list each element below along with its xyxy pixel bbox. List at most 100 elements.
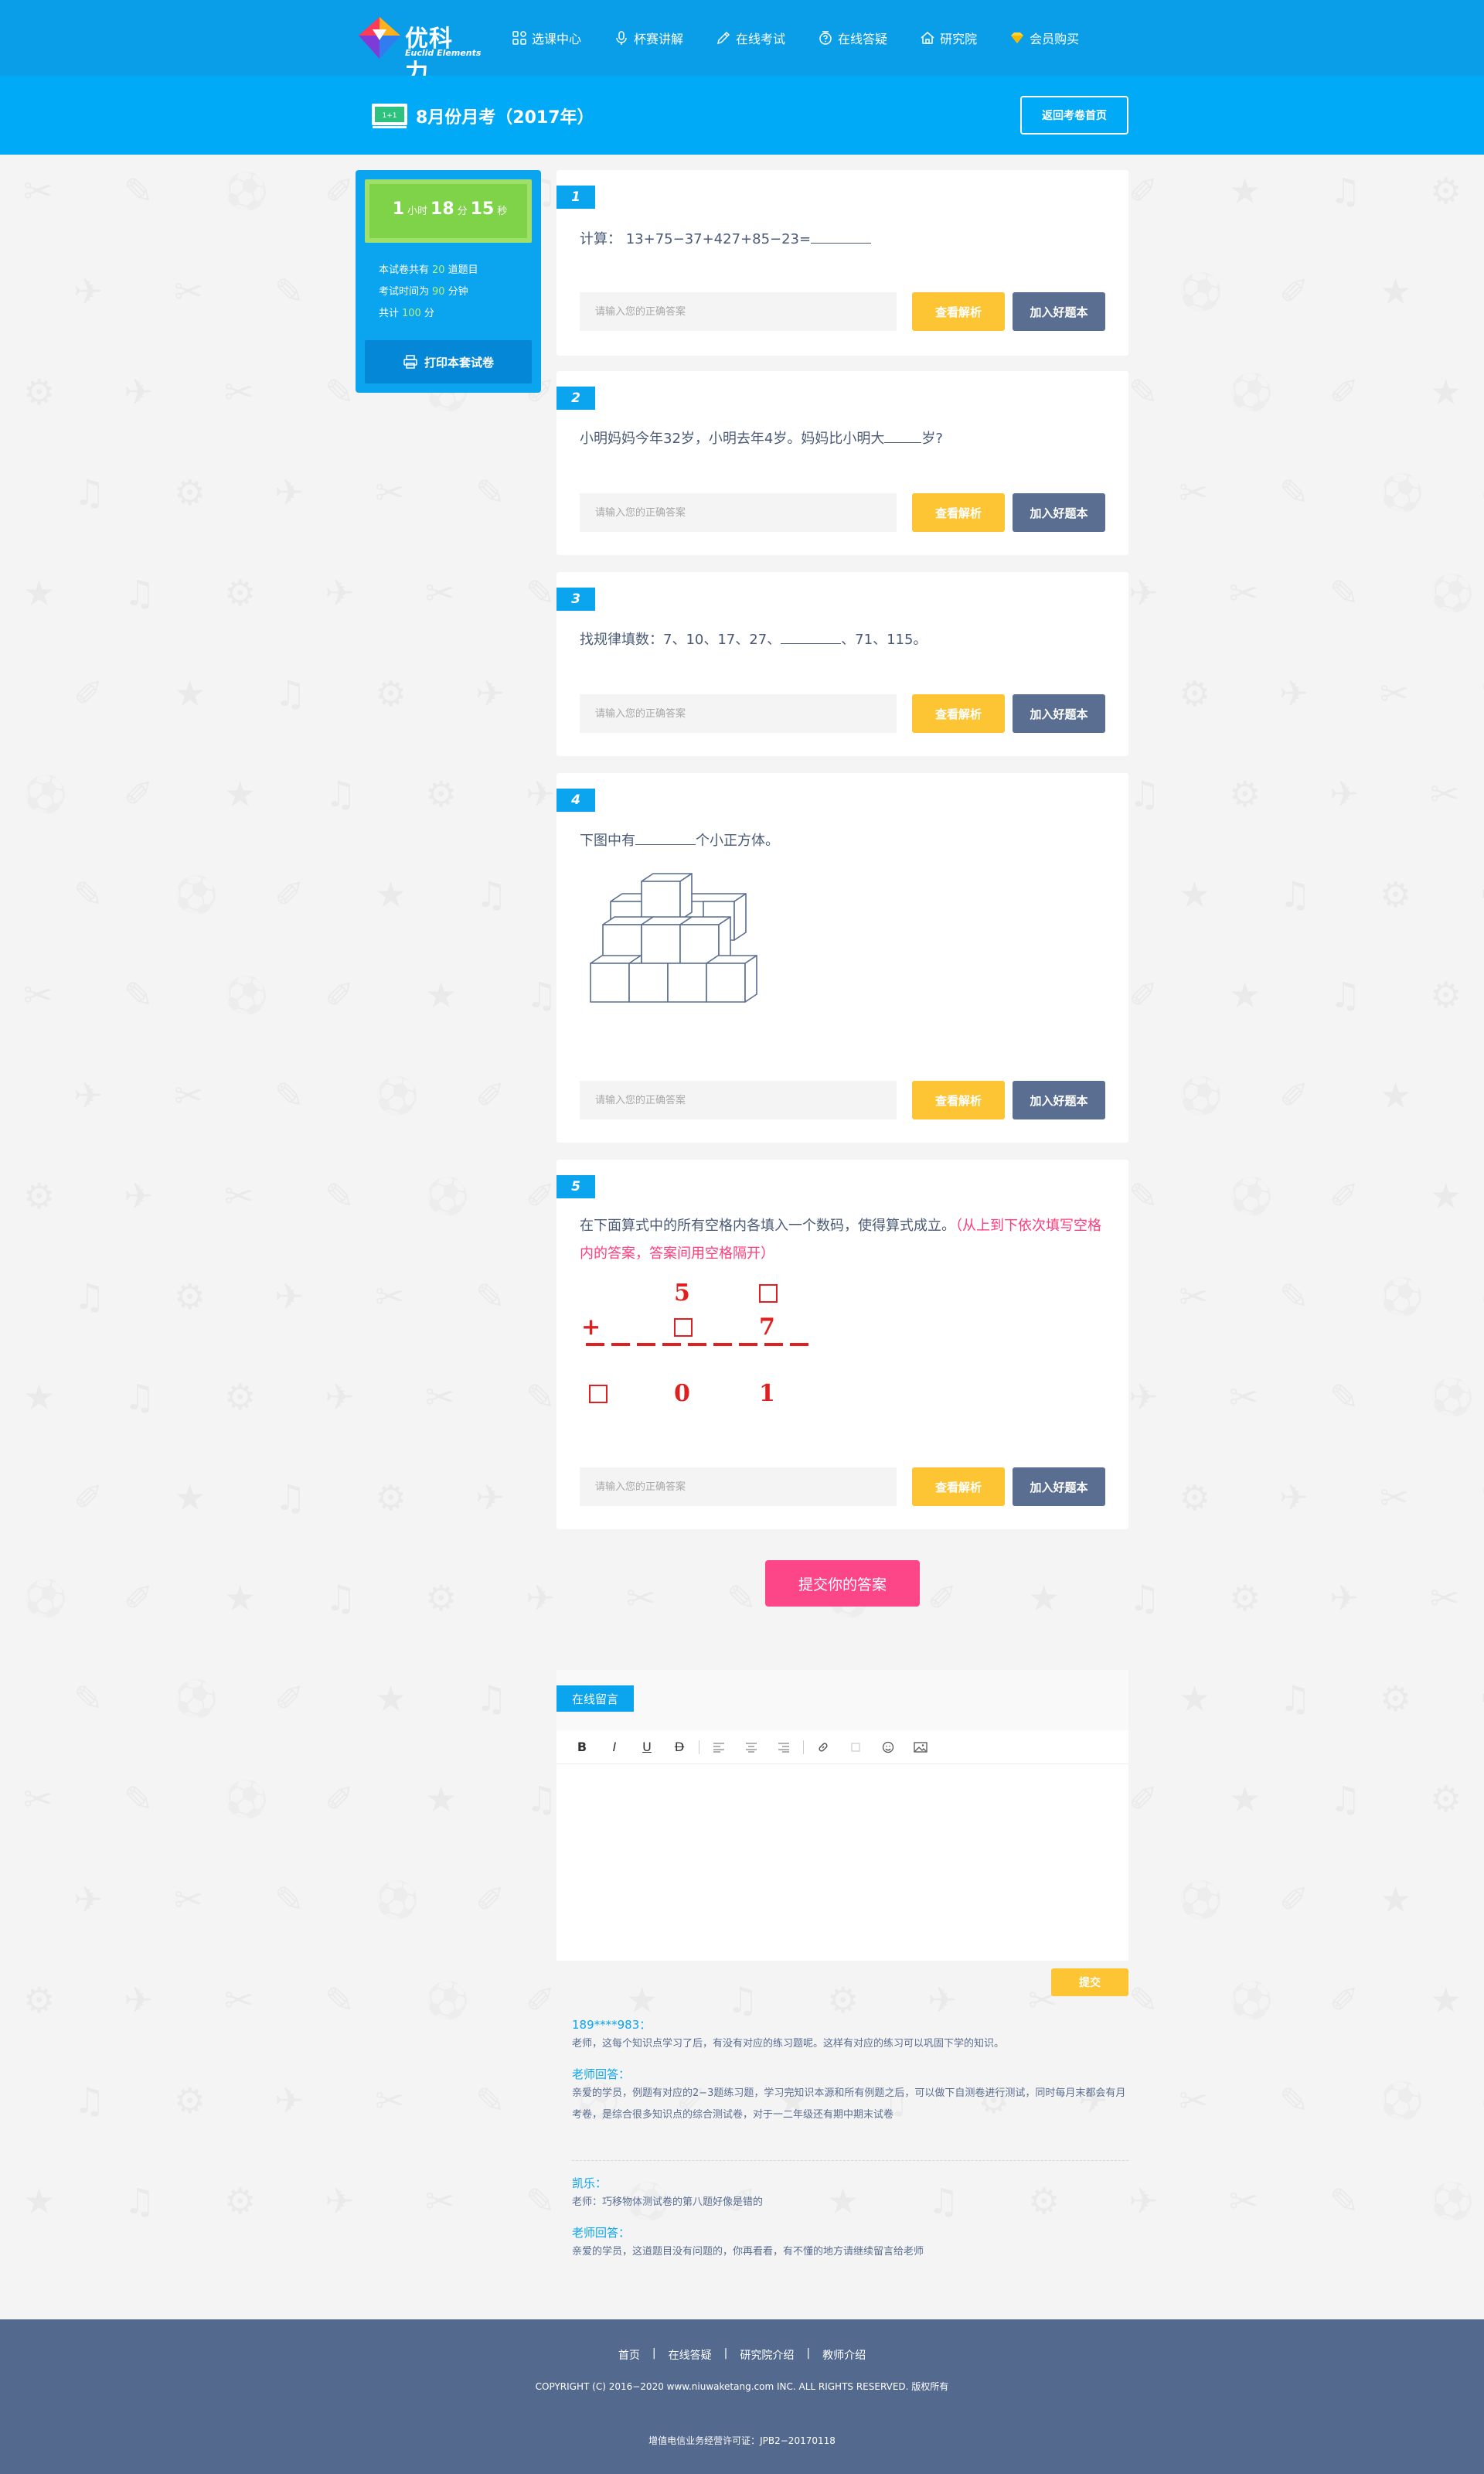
- nav-item-course-center[interactable]: 选课中心: [512, 0, 581, 76]
- plus-sign: +: [581, 1314, 601, 1341]
- italic-button[interactable]: I: [598, 1736, 631, 1759]
- question-text: 下图中有 个小正方体。: [580, 827, 779, 855]
- pattern-glyph: ⚽: [1179, 1879, 1223, 1921]
- pattern-glyph: ✐: [475, 1075, 505, 1116]
- pattern-glyph: ⚽: [224, 170, 268, 213]
- smiley-icon: [882, 1741, 894, 1753]
- answer-input[interactable]: [580, 694, 897, 733]
- align-right-button[interactable]: [768, 1736, 800, 1759]
- message-submit-button[interactable]: 提交: [1051, 1968, 1128, 1996]
- align-left-button[interactable]: [703, 1736, 735, 1759]
- pattern-glyph: ✎: [73, 1678, 104, 1719]
- answer-input[interactable]: [580, 493, 897, 532]
- submit-answers-button[interactable]: 提交你的答案: [765, 1560, 920, 1607]
- nav-label: 选课中心: [532, 32, 582, 46]
- add-to-notebook-button[interactable]: 加入好题本: [1013, 292, 1105, 331]
- sum-line-dash: [586, 1343, 604, 1346]
- emoji-button[interactable]: [872, 1736, 904, 1759]
- digit: 5: [674, 1280, 690, 1307]
- info-value: 100: [402, 308, 421, 319]
- nav-label: 研究院: [940, 32, 978, 46]
- back-to-exams-button[interactable]: 返回考卷首页: [1020, 96, 1128, 135]
- info-suffix: 分钟: [448, 286, 468, 298]
- arithmetic-figure: 5 + 7 0 1: [580, 1280, 827, 1411]
- printer-icon: [403, 355, 417, 369]
- logo[interactable]: 优科力 Euclid Elements: [356, 14, 481, 87]
- footer-links: 首页 | 在线答疑 | 研究院介绍 | 教师介绍: [0, 2347, 1484, 2363]
- pattern-glyph: ✐: [124, 1577, 154, 1619]
- pattern-glyph: ✎: [73, 874, 104, 915]
- pattern-glyph: ✎: [526, 2180, 556, 2222]
- pattern-glyph: ✐: [325, 974, 355, 1016]
- pattern-glyph: ⚙: [224, 2180, 256, 2222]
- answer-input[interactable]: [580, 292, 897, 331]
- pattern-glyph: ♫: [325, 1577, 356, 1619]
- link-icon: [819, 1742, 828, 1752]
- view-analysis-button[interactable]: 查看解析: [912, 1467, 1005, 1506]
- answer-input[interactable]: [580, 1081, 897, 1119]
- image-button[interactable]: [904, 1736, 937, 1759]
- pattern-glyph: ★: [1179, 1678, 1210, 1719]
- teacher-reply-label: 老师回答：: [572, 2067, 631, 2081]
- message-textarea[interactable]: [556, 1764, 1128, 1961]
- add-to-notebook-button[interactable]: 加入好题本: [1013, 1081, 1105, 1119]
- nav-item-cup-lectures[interactable]: 杯赛讲解: [614, 0, 683, 76]
- print-exam-button[interactable]: 打印本套试卷: [365, 340, 532, 383]
- view-analysis-button[interactable]: 查看解析: [912, 292, 1005, 331]
- footer-link-teachers[interactable]: 教师介绍: [822, 2347, 866, 2363]
- bold-button[interactable]: B: [566, 1736, 598, 1759]
- pattern-glyph: ⚽: [1430, 2180, 1474, 2223]
- align-center-button[interactable]: [735, 1736, 768, 1759]
- nav-label: 在线答疑: [838, 32, 888, 46]
- unlink-icon: [851, 1742, 860, 1752]
- add-to-notebook-button[interactable]: 加入好题本: [1013, 1467, 1105, 1506]
- pattern-glyph: ✂: [1380, 673, 1410, 714]
- pattern-glyph: ⚙: [224, 1376, 256, 1418]
- pattern-glyph: ♫: [274, 673, 306, 714]
- pattern-glyph: ✂: [23, 1778, 53, 1820]
- add-to-notebook-button[interactable]: 加入好题本: [1013, 493, 1105, 532]
- info-duration: 考试时间为 90 分钟: [379, 281, 532, 303]
- view-analysis-button[interactable]: 查看解析: [912, 493, 1005, 532]
- pattern-glyph: ♫: [124, 1376, 155, 1418]
- footer-link-institute[interactable]: 研究院介绍: [740, 2347, 794, 2363]
- pattern-glyph: ✂: [626, 1577, 656, 1619]
- unlink-button[interactable]: [839, 1736, 872, 1759]
- pattern-glyph: ✈: [73, 1879, 104, 1920]
- underline-button[interactable]: U: [631, 1736, 663, 1759]
- tab-online-message[interactable]: 在线留言: [556, 1685, 634, 1712]
- pattern-glyph: ★: [375, 1678, 407, 1719]
- pattern-glyph: ★: [1380, 1879, 1411, 1920]
- view-analysis-button[interactable]: 查看解析: [912, 694, 1005, 733]
- strikethrough-button[interactable]: D: [663, 1736, 696, 1759]
- pattern-glyph: ✂: [425, 572, 455, 614]
- nav-item-online-qa[interactable]: 在线答疑: [818, 0, 887, 76]
- pattern-glyph: ⚙: [23, 371, 55, 413]
- pattern-glyph: ⚙: [1179, 1477, 1210, 1518]
- footer-link-home[interactable]: 首页: [618, 2347, 640, 2363]
- view-analysis-button[interactable]: 查看解析: [912, 1081, 1005, 1119]
- grid-icon: [512, 31, 526, 45]
- pattern-glyph: ✎: [1480, 1477, 1484, 1518]
- question-text-part: 计算： 13+75−37+427+85−23=: [580, 231, 812, 247]
- sum-line-dash: [637, 1343, 655, 1346]
- pattern-glyph: ★: [425, 974, 457, 1016]
- pattern-glyph: ⚙: [375, 1477, 407, 1518]
- answer-input[interactable]: [580, 1467, 897, 1506]
- link-button[interactable]: [807, 1736, 839, 1759]
- nav-item-membership[interactable]: 会员购买: [1009, 0, 1079, 76]
- pattern-glyph: ♫: [124, 572, 155, 614]
- blackboard-text: 1+1: [383, 112, 397, 120]
- footer-link-qa[interactable]: 在线答疑: [669, 2347, 712, 2363]
- timer-seconds: 15: [470, 199, 495, 219]
- pattern-glyph: ♫: [274, 1477, 306, 1518]
- question-number: 2: [556, 387, 595, 410]
- comment-user: 189****983：: [572, 2018, 652, 2032]
- pattern-glyph: ✈: [73, 271, 104, 312]
- pattern-glyph: ★: [1229, 974, 1261, 1016]
- nav-item-online-exam[interactable]: 在线考试: [716, 0, 785, 76]
- sum-line-dash: [688, 1343, 706, 1346]
- nav-item-institute[interactable]: 研究院: [920, 0, 977, 76]
- add-to-notebook-button[interactable]: 加入好题本: [1013, 694, 1105, 733]
- top-navbar: 优科力 Euclid Elements 选课中心 杯赛讲解 在线考试 在线答疑 …: [0, 0, 1484, 87]
